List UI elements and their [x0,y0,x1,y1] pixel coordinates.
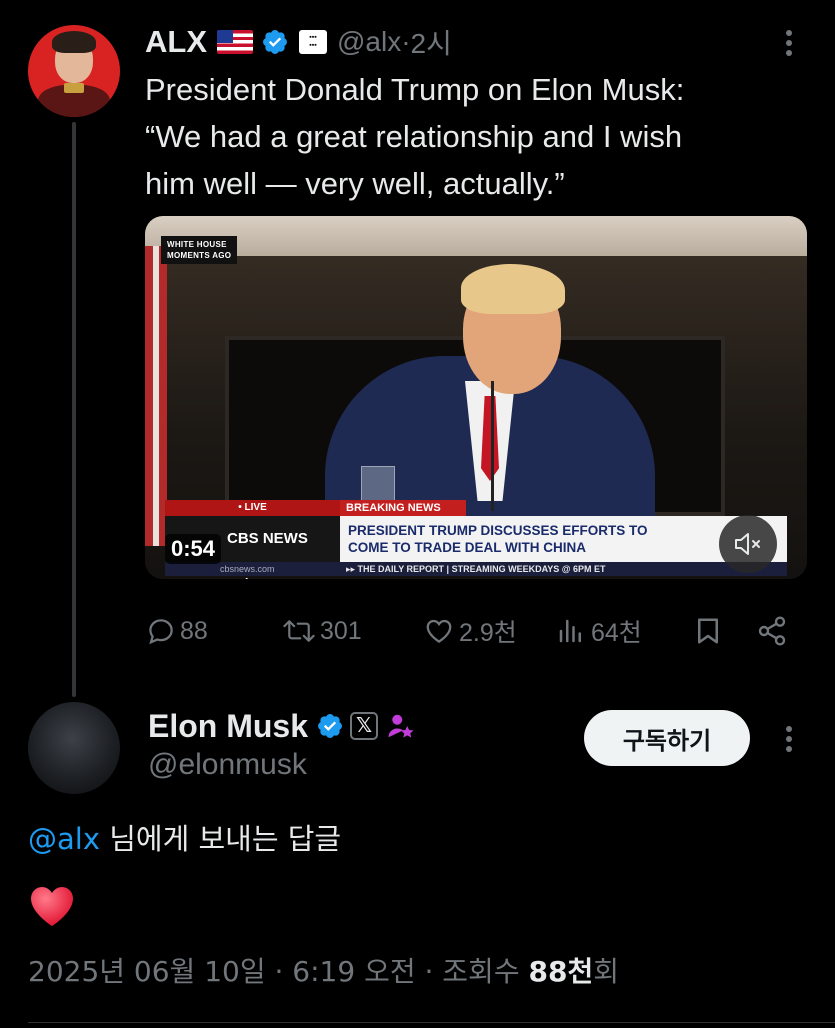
news-ticker: cbsnews.com ▸▸ THE DAILY REPORT | STREAM… [165,562,787,576]
tweet-text: President Donald Trump on Elon Musk: “We… [145,72,685,201]
like-action[interactable]: 2.9천 [423,610,517,652]
repost-icon [283,620,315,642]
reply-icon [149,619,173,645]
live-label: • LIVE [165,500,340,516]
video-player[interactable]: WHITE HOUSE MOMENTS AGO • LIVE BREAKING … [145,216,807,579]
more-options-icon[interactable] [785,726,793,752]
timestamp-suffix: 회 [593,955,619,988]
reply-header: Elon Musk 𝕏 [148,705,416,747]
thread-connector-line [72,122,76,697]
corner-tag: WHITE HOUSE MOMENTS AGO [161,236,238,264]
mute-button[interactable] [719,515,777,573]
author-handle[interactable]: @alx [337,26,401,58]
author-name[interactable]: ALX [145,24,207,60]
verified-badge-icon[interactable] [261,28,289,56]
tweet-header: ALX ▪▪▪ ▪▪▪ @alx · 2시 [145,22,452,62]
ticker-text: ▸▸ THE DAILY REPORT | STREAMING WEEKDAYS… [346,564,606,574]
us-flag-icon [217,30,253,54]
news-lower-third: • LIVE BREAKING NEWS CBS NEWS 24/7 PRESI… [165,500,787,579]
reply-action[interactable]: 88 [146,610,208,652]
reply-author-handle[interactable]: @elonmusk [148,748,307,782]
heart-outline-icon [426,619,452,643]
heart-emoji-icon [31,887,73,926]
like-count: 2.9천 [459,619,517,647]
views-chart-icon [559,619,581,643]
x-affiliate-icon[interactable]: 𝕏 [350,712,379,740]
reply-count: 88 [180,616,208,645]
avatar[interactable] [28,702,120,794]
verified-badge-icon[interactable] [316,712,344,740]
views-action[interactable]: 64천 [555,610,642,652]
time-separator: · [401,26,411,57]
reply-author-name[interactable]: Elon Musk [148,708,308,745]
timestamp-text: 2025년 06월 10일 · 6:19 오전 · 조회수 [28,955,529,988]
replying-to-text: 님에게 보내는 답글 [100,822,342,856]
tweet-time[interactable]: 2시 [411,22,452,62]
video-duration: 0:54 [165,534,222,564]
subscribe-button[interactable]: 구독하기 [584,710,750,766]
mention-link[interactable]: @alx [28,822,100,856]
subscriber-icon[interactable] [386,711,416,741]
timestamp-views[interactable]: 88천 [528,955,593,988]
reply-timestamp: 2025년 06월 10일 · 6:19 오전 · 조회수 88천회 [28,950,619,990]
speaker-muted-icon [735,533,760,555]
views-count: 64천 [591,619,642,647]
repost-action[interactable]: 301 [282,610,362,652]
repost-count: 301 [320,616,362,645]
share-icon [758,616,786,646]
divider [28,1022,835,1023]
bookmark-action[interactable] [693,610,723,652]
bookmark-icon [698,618,718,644]
avatar[interactable] [28,25,120,117]
breaking-news-label: BREAKING NEWS [340,500,466,516]
replying-to-line: @alx 님에게 보내는 답글 [28,816,341,858]
affiliate-badge-icon[interactable]: ▪▪▪ ▪▪▪ [299,30,327,54]
ticker-site: cbsnews.com [220,564,275,574]
more-options-icon[interactable] [785,30,793,56]
share-action[interactable] [756,610,788,652]
